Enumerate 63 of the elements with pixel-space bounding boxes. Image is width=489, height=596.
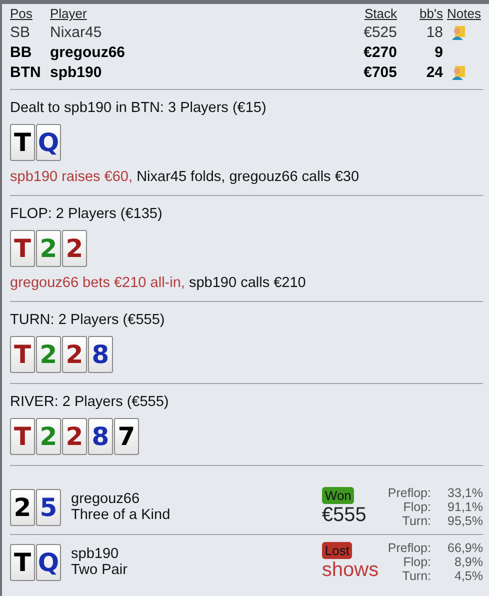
result-badge: Lost: [322, 542, 352, 559]
action-text: gregouz66 bets €210 all-in, spb190 calls €210: [10, 275, 307, 291]
playing-card: 7: [114, 418, 139, 455]
playing-card: T: [10, 124, 35, 161]
player-cell-text: gregouz66: [50, 44, 126, 61]
playing-card: T: [10, 230, 35, 267]
position-cell-text: BB: [10, 44, 33, 61]
equity-label: Flop:: [402, 555, 431, 569]
bb-cell-text: 24: [425, 64, 443, 81]
column-header[interactable]: bb's: [397, 6, 443, 21]
playing-card: 2: [10, 488, 35, 526]
hand-rank: Three of a Kind: [71, 507, 172, 523]
equity-label: Preflop:: [388, 541, 431, 555]
stack-cell-text: €525: [362, 24, 397, 41]
column-header[interactable]: Notes: [443, 6, 483, 21]
street-title: Dealt to spb190 in BTN: 3 Players (€15): [10, 100, 268, 116]
player-cell-text: Nixar45: [50, 24, 103, 41]
equity-value: 33,1%: [446, 486, 483, 500]
position-cell-text: BTN: [10, 64, 42, 81]
playing-card: 2: [36, 418, 61, 455]
result-badge: Won: [322, 487, 354, 504]
note-icon[interactable]: [451, 65, 467, 80]
equity-value: 4,5%: [454, 569, 483, 583]
result-amount: shows: [322, 559, 379, 582]
playing-card: Q: [36, 544, 61, 580]
column-header[interactable]: Pos: [10, 6, 50, 21]
bb-cell-text: 9: [434, 44, 443, 61]
playing-card: 2: [36, 336, 61, 373]
playing-card: 2: [62, 336, 87, 373]
bb-cell-text: 18: [425, 24, 443, 41]
playing-card: 2: [62, 418, 87, 455]
equity-label: Preflop:: [388, 486, 431, 500]
player-name: gregouz66: [71, 491, 141, 507]
playing-card: 8: [88, 418, 113, 455]
stack-cell-text: €705: [362, 64, 397, 81]
equity-label: Turn:: [401, 569, 431, 583]
action-text: spb190 raises €60, Nixar45 folds, gregouz66 calls €30: [10, 169, 360, 185]
playing-card: T: [10, 418, 35, 455]
equity-value: 95,5%: [446, 514, 483, 528]
street-title: FLOP: 2 Players (€135): [10, 206, 164, 222]
street-title: RIVER: 2 Players (€555): [10, 394, 170, 410]
playing-card: 2: [36, 230, 61, 267]
playing-card: 5: [36, 488, 61, 526]
equity-value: 91,1%: [446, 500, 483, 514]
column-header[interactable]: Stack: [337, 6, 397, 21]
equity-value: 8,9%: [454, 555, 483, 569]
equity-value: 66,9%: [446, 541, 483, 555]
playing-card: T: [10, 336, 35, 373]
street-title: TURN: 2 Players (€555): [10, 312, 166, 328]
playing-card: Q: [36, 124, 61, 161]
playing-card: T: [10, 544, 35, 580]
hand-rank: Two Pair: [71, 562, 128, 578]
column-header[interactable]: Player: [50, 6, 337, 21]
equity-label: Turn:: [401, 514, 431, 528]
player-cell-text: spb190: [50, 64, 103, 81]
note-icon[interactable]: [451, 25, 467, 40]
equity-label: Flop:: [402, 500, 431, 514]
playing-card: 8: [88, 336, 113, 373]
player-name: spb190: [71, 546, 120, 562]
playing-card: 2: [62, 230, 87, 267]
stack-cell-text: €270: [362, 44, 397, 61]
result-amount: €555: [322, 504, 366, 527]
position-cell-text: SB: [10, 24, 32, 41]
